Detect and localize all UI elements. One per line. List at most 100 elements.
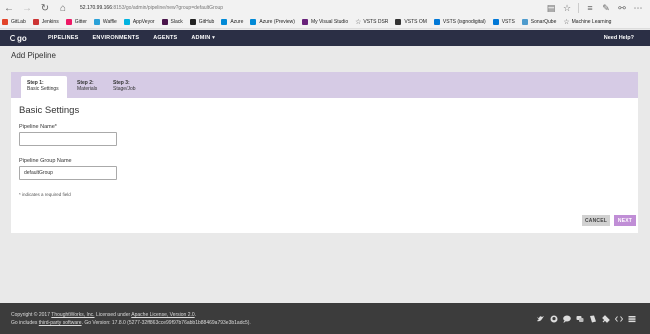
bookmark-item[interactable]: Waffle	[93, 19, 117, 25]
bookmark-item[interactable]: ☆ VSTS DSR	[355, 18, 388, 26]
bookmark-label: AppVeyor	[132, 19, 155, 25]
bookmark-label: GitLab	[11, 19, 26, 25]
slack-icon	[161, 19, 168, 25]
forum-icon[interactable]	[576, 315, 584, 323]
required-field-note: * indicates a required field	[19, 192, 71, 197]
star-icon: ☆	[355, 19, 362, 26]
nav-agents[interactable]: AGENTS	[153, 35, 177, 41]
pipeline-group-label: Pipeline Group Name	[19, 158, 72, 164]
go-logo[interactable]: go	[10, 32, 34, 44]
page-title-bar	[0, 46, 650, 66]
cancel-button[interactable]: CANCEL	[582, 215, 610, 226]
logo-text: go	[17, 33, 27, 43]
wizard-steps: Step 1: Basic Settings Step 2: Materials…	[11, 72, 638, 98]
gitlab-icon	[2, 19, 8, 25]
bookmark-label: Waffle	[102, 19, 117, 25]
bookmark-item[interactable]: VSTS	[492, 19, 515, 25]
nav-pipelines[interactable]: PIPELINES	[48, 35, 79, 41]
step-label: Stage/Job	[113, 86, 136, 92]
sonarqube-icon	[521, 19, 528, 25]
bookmark-label: My Visual Studio	[310, 19, 349, 25]
licensed-text: Licensed under	[94, 312, 132, 318]
chat-icon[interactable]	[563, 315, 571, 323]
nav-environments[interactable]: ENVIRONMENTS	[93, 35, 140, 41]
vsts-icon	[492, 19, 499, 25]
bookmark-label: Azure	[230, 19, 244, 25]
bookmark-item[interactable]: Slack	[161, 19, 183, 25]
bookmark-item[interactable]: GitHub	[189, 19, 215, 25]
bookmark-label: Jenkins	[41, 19, 59, 25]
azure-preview-icon	[250, 19, 257, 25]
version-text: . Go Version: 17.8.0 (5277-32ff863cce99f…	[81, 320, 251, 326]
github-icon	[189, 19, 196, 25]
twitter-icon[interactable]	[537, 315, 545, 323]
bookmark-label: Slack	[170, 19, 183, 25]
add-pipeline-card: Step 1: Basic Settings Step 2: Materials…	[11, 72, 638, 233]
server-icon[interactable]	[628, 315, 636, 323]
thoughtworks-link[interactable]: ThoughtWorks, Inc.	[51, 312, 94, 318]
apache-license-link[interactable]: Apache License, Version 2.0	[131, 312, 194, 318]
step-stage-job[interactable]: Step 3: Stage/Job	[107, 76, 143, 98]
docs-icon[interactable]	[589, 315, 597, 323]
bookmark-item[interactable]: ☆ Machine Learning	[563, 18, 611, 26]
home-icon[interactable]: ⌂	[54, 0, 72, 16]
reading-view-icon[interactable]: ▤	[543, 0, 559, 16]
section-title: Basic Settings	[19, 105, 80, 116]
browser-toolbar: ← → ↻ ⌂ 52.170.99.166:8153/go/admin/pipe…	[0, 0, 650, 16]
step-materials[interactable]: Step 2: Materials	[71, 76, 103, 98]
star-icon: ☆	[563, 19, 570, 26]
bookmark-label: GitHub	[198, 19, 215, 25]
code-icon[interactable]	[615, 315, 623, 323]
bookmark-item[interactable]: GitLab	[2, 19, 26, 25]
pipeline-group-input[interactable]: defaultGroup	[19, 166, 117, 180]
address-bar[interactable]: 52.170.99.166:8153/go/admin/pipeline/new…	[80, 2, 543, 14]
plugin-icon[interactable]	[602, 315, 610, 323]
bookmark-item[interactable]: SonarQube	[521, 19, 557, 25]
bookmark-label: VSTS OM	[404, 19, 427, 25]
pipeline-name-input[interactable]	[19, 132, 117, 146]
bookmark-label: Machine Learning	[571, 19, 612, 25]
favorite-star-icon[interactable]: ☆	[559, 0, 575, 16]
bookmark-item[interactable]: Azure (Preview)	[250, 19, 295, 25]
web-note-icon[interactable]: ✎	[598, 0, 614, 16]
bookmark-item[interactable]: Jenkins	[32, 19, 59, 25]
license-suffix: .	[194, 312, 197, 318]
go-logo-icon	[10, 35, 16, 41]
github-icon[interactable]	[550, 315, 558, 323]
need-help-link[interactable]: Need Help?	[604, 35, 634, 41]
hub-icon[interactable]: ≡	[582, 0, 598, 16]
bookmark-item[interactable]: AppVeyor	[123, 19, 155, 25]
vsts-om-icon	[395, 19, 402, 25]
nav-admin[interactable]: ADMIN ▾	[191, 35, 215, 41]
bookmark-item[interactable]: VSTS OM	[395, 19, 427, 25]
bookmark-item[interactable]: VSTS (isgnodigital)	[433, 19, 486, 25]
bookmark-label: Gitter	[74, 19, 87, 25]
bookmark-item[interactable]: Gitter	[65, 19, 87, 25]
url-host: 52.170.99.166	[80, 5, 112, 11]
bookmark-item[interactable]: My Visual Studio	[301, 19, 349, 25]
third-party-link[interactable]: third-party software	[39, 320, 82, 326]
bookmark-label: VSTS	[501, 19, 515, 25]
includes-text: Go includes	[11, 320, 39, 326]
version-line: Go includes third-party software. Go Ver…	[11, 320, 251, 326]
vsts-icon	[433, 19, 440, 25]
toolbar-divider	[578, 3, 579, 13]
bookmark-item[interactable]: Azure	[221, 19, 243, 25]
page-title: Add Pipeline	[11, 51, 56, 60]
step-basic-settings[interactable]: Step 1: Basic Settings	[21, 76, 67, 98]
back-icon[interactable]: ←	[0, 0, 18, 16]
jenkins-icon	[32, 19, 39, 25]
share-icon[interactable]: ⚯	[614, 0, 630, 16]
bookmark-label: Azure (Preview)	[259, 19, 295, 25]
next-button[interactable]: NEXT	[614, 215, 636, 226]
favorites-bar: GitLab Jenkins Gitter Waffle AppVeyor Slack Gi…	[0, 16, 650, 29]
appveyor-icon	[123, 19, 130, 25]
copyright-text: Copyright © 2017	[11, 312, 52, 318]
bookmark-label: SonarQube	[530, 19, 557, 25]
more-icon[interactable]: ⋯	[630, 0, 646, 16]
bookmark-label: VSTS (isgnodigital)	[442, 19, 486, 25]
refresh-icon[interactable]: ↻	[36, 0, 54, 16]
forward-icon[interactable]: →	[18, 0, 36, 16]
footer-social-icons	[537, 315, 636, 323]
copyright-line: Copyright © 2017 ThoughtWorks, Inc. Lice…	[11, 312, 196, 318]
